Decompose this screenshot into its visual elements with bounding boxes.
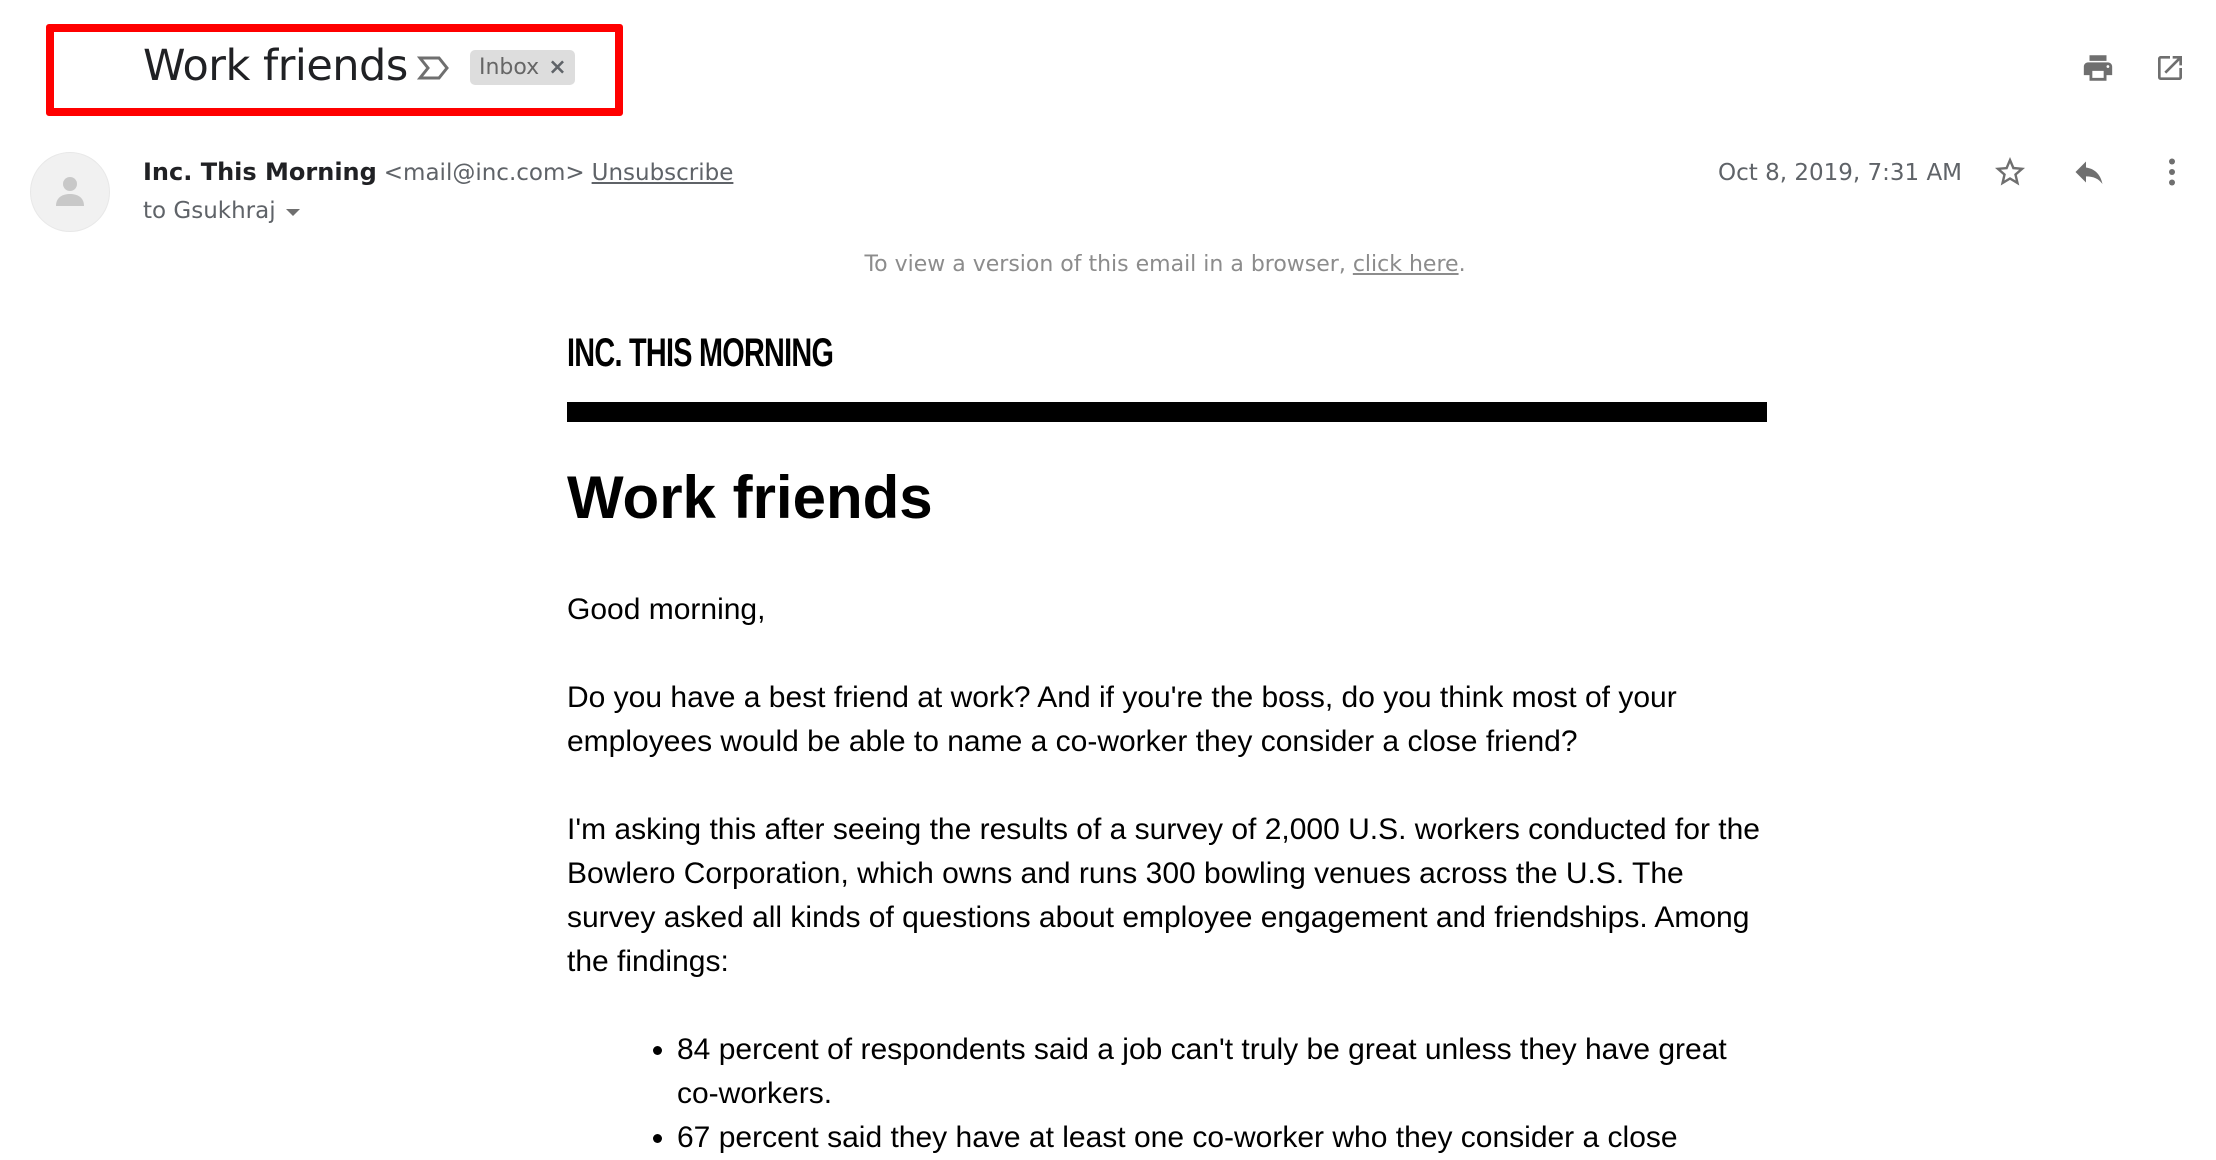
header-divider: [567, 402, 1767, 422]
greeting-paragraph: Good morning,: [567, 593, 766, 626]
finding-item: 84 percent of respondents said a job can…: [677, 1028, 1767, 1116]
sender-email: <mail@inc.com>: [383, 160, 585, 186]
reply-icon: [2075, 161, 2103, 184]
close-icon[interactable]: ×: [548, 55, 566, 80]
preheader-text: To view a version of this email in a bro…: [864, 252, 1353, 277]
star-icon: [1995, 157, 2025, 186]
more-vertical-icon: [2169, 158, 2175, 186]
more-options-button[interactable]: [2152, 152, 2192, 192]
email-subject: Work friends: [143, 41, 408, 91]
finding-item: 67 percent said they have at least one c…: [677, 1116, 1767, 1160]
email-content: INC. THIS MORNING Work friends Good morn…: [567, 330, 1767, 1160]
recipient-line: to Gsukhraj: [143, 196, 300, 226]
sender-name[interactable]: Inc. This Morning: [143, 158, 377, 186]
sender-avatar[interactable]: [30, 152, 110, 232]
default-person-avatar-icon: [56, 177, 84, 206]
browser-version-notice: To view a version of this email in a bro…: [0, 250, 2216, 280]
newsletter-logo[interactable]: INC. THIS MORNING: [567, 330, 1431, 376]
recipient-text: to Gsukhraj: [143, 198, 276, 224]
view-in-browser-link[interactable]: click here: [1353, 252, 1459, 277]
open-in-new-window-button[interactable]: [2150, 48, 2190, 88]
open-in-new-window-icon: [2158, 56, 2182, 80]
email-headline: Work friends: [567, 464, 933, 531]
star-button[interactable]: [1990, 152, 2030, 192]
print-icon: [2083, 55, 2113, 81]
message-date: Oct 8, 2019, 7:31 AM: [1718, 160, 1963, 186]
label-chip-inbox[interactable]: Inbox ×: [470, 50, 575, 85]
findings-list: 84 percent of respondents said a job can…: [567, 1028, 1767, 1160]
preheader-end: .: [1458, 252, 1466, 277]
label-chip-text: Inbox: [479, 55, 540, 80]
unsubscribe-link[interactable]: Unsubscribe: [592, 160, 734, 186]
body-paragraph: Do you have a best friend at work? And i…: [567, 681, 1677, 758]
body-paragraph: I'm asking this after seeing the results…: [567, 813, 1760, 978]
print-all-button[interactable]: [2078, 48, 2118, 88]
show-details-dropdown-icon[interactable]: [285, 208, 300, 216]
importance-marker-icon[interactable]: [417, 55, 451, 81]
reply-button[interactable]: [2069, 152, 2109, 192]
sender-line: Inc. This Morning <mail@inc.com> Unsubsc…: [143, 156, 733, 189]
